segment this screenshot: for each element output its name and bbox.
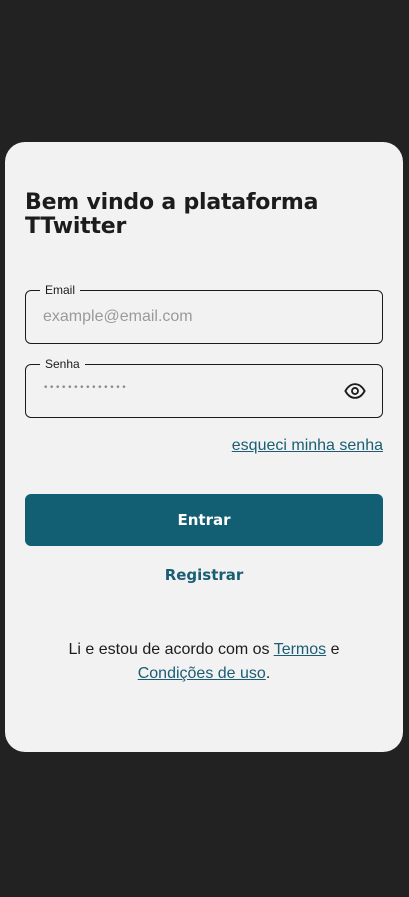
terms-notice: Li e estou de acordo com os Termos e Con…: [35, 638, 373, 686]
email-label: Email: [40, 283, 81, 297]
password-field[interactable]: Senha ••••••••••••••: [25, 357, 383, 418]
forgot-password-link[interactable]: esqueci minha senha: [232, 437, 383, 455]
register-link[interactable]: Registrar: [5, 566, 403, 584]
terms-text: Li e estou de acordo com os: [68, 641, 274, 658]
conditions-link[interactable]: Condições de uso: [138, 665, 266, 682]
password-label: Senha: [40, 357, 85, 371]
eye-icon[interactable]: [344, 380, 366, 402]
terms-period: .: [265, 665, 271, 682]
email-input[interactable]: [43, 306, 343, 328]
login-card: Bem vindo a plataforma TTwitter Email Se…: [5, 142, 403, 752]
terms-connector: e: [326, 641, 340, 658]
terms-link[interactable]: Termos: [274, 641, 326, 658]
email-field[interactable]: Email: [25, 283, 383, 344]
login-button[interactable]: Entrar: [25, 494, 383, 546]
page-title: Bem vindo a plataforma TTwitter: [25, 190, 319, 239]
password-input[interactable]: ••••••••••••••: [43, 383, 127, 393]
